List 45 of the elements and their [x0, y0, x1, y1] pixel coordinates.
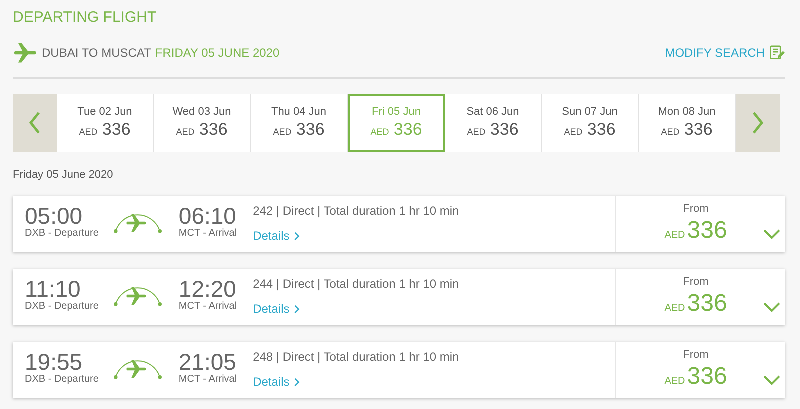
date-tab[interactable]: Thu 04 Jun AED 336 — [251, 94, 348, 152]
date-tab[interactable]: Sat 06 Jun AED 336 — [445, 94, 542, 152]
chevron-left-icon[interactable] — [28, 111, 42, 135]
chevron-right-icon[interactable] — [294, 304, 300, 314]
arrival-label: MCT - Arrival — [178, 228, 238, 239]
departure-time: 05:00 — [25, 204, 84, 228]
date-tab[interactable]: Sun 07 Jun AED 336 — [542, 94, 639, 152]
chevron-right-icon[interactable] — [294, 232, 300, 240]
section-title: DEPARTING FLIGHT — [13, 8, 158, 28]
departure-label: DXB - Departure — [25, 374, 99, 385]
from-label: From — [683, 203, 709, 215]
date-tab[interactable]: Wed 03 Jun AED 336 — [154, 94, 251, 152]
flight-price: AED 336 — [664, 363, 728, 391]
date-heading: Friday 05 June 2020 — [13, 169, 114, 181]
flight-info: 242 | Direct | Total duration 1 hr 10 min — [253, 204, 460, 218]
route-text: DUBAI TO MUSCAT — [42, 46, 152, 60]
chevron-right-icon[interactable] — [294, 378, 300, 386]
date-tab[interactable]: Tue 02 Jun AED 336 — [57, 94, 154, 152]
flight-arc-icon — [112, 360, 163, 380]
arrival-time: 06:10 — [178, 204, 238, 228]
expand-icon[interactable] — [763, 302, 781, 312]
departure-label: DXB - Departure — [25, 228, 99, 239]
previous-button[interactable] — [13, 94, 57, 152]
flight-info: 248 | Direct | Total duration 1 hr 10 min — [253, 350, 460, 364]
arrival-time: 21:05 — [178, 350, 238, 374]
departure-time: 19:55 — [25, 350, 84, 374]
date-tab[interactable]: Mon 08 Jun AED 336 — [639, 94, 736, 152]
flight-price: AED 336 — [664, 290, 728, 318]
departure-label: DXB - Departure — [25, 301, 99, 312]
flight-price: AED 336 — [664, 217, 728, 245]
flight-arc-icon — [112, 287, 163, 307]
arrival-time: 12:20 — [178, 277, 238, 301]
arrival-label: MCT - Arrival — [178, 374, 238, 385]
expand-icon[interactable] — [763, 374, 781, 386]
route-date: FRIDAY 05 JUNE 2020 — [155, 46, 280, 60]
chevron-right-icon[interactable] — [751, 111, 765, 135]
flight-arc-icon — [112, 214, 163, 234]
expand-icon[interactable] — [763, 228, 781, 240]
edit-icon[interactable] — [769, 44, 785, 62]
from-label: From — [683, 349, 709, 361]
departure-time: 11:10 — [25, 277, 82, 301]
arrival-label: MCT - Arrival — [178, 301, 238, 312]
from-label: From — [683, 276, 709, 288]
flight-info: 244 | Direct | Total duration 1 hr 10 min — [253, 277, 460, 291]
next-button[interactable] — [736, 94, 780, 152]
